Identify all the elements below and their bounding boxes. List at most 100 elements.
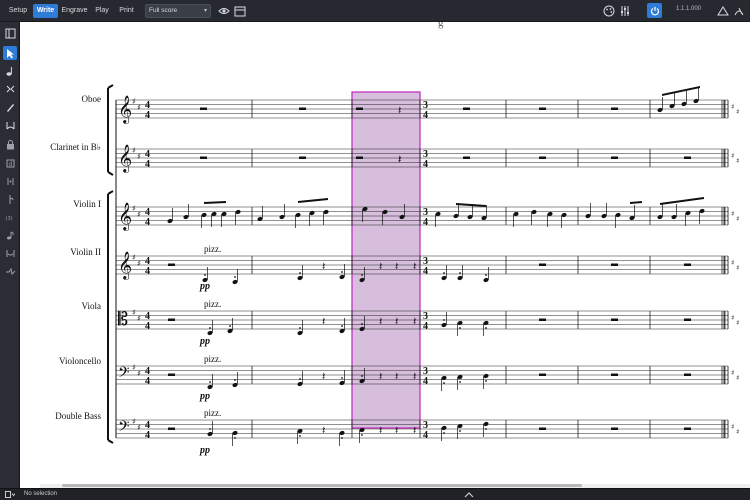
sharp-icon: ♯ xyxy=(736,157,739,165)
time-signature-denominator: 4 xyxy=(145,217,150,228)
clef-icon: 𝄢 xyxy=(118,418,130,439)
rhythm-icon[interactable]: (3) xyxy=(3,210,17,224)
whole-rest-icon xyxy=(611,427,618,430)
instrument-label-violin-1: Violin I xyxy=(73,199,101,209)
note-input-icon[interactable] xyxy=(3,64,17,78)
select-tool-icon[interactable] xyxy=(3,46,17,60)
sharp-icon: ♯ xyxy=(137,423,141,432)
insert-mode-icon[interactable] xyxy=(3,82,17,96)
dynamic-text: pp xyxy=(199,281,210,292)
time-signature-denominator: 4 xyxy=(423,217,428,228)
clef-icon: 𝄞 xyxy=(118,144,132,173)
whole-rest-icon xyxy=(200,156,207,159)
tab-setup[interactable]: Setup xyxy=(4,4,32,18)
time-signature-denominator: 4 xyxy=(145,376,150,387)
time-signature-denominator: 4 xyxy=(145,159,150,170)
quarter-rest-icon: 𝄽 xyxy=(395,315,398,328)
staccato-dot xyxy=(204,274,206,276)
sharp-icon: ♯ xyxy=(132,97,136,106)
tie-icon[interactable] xyxy=(3,228,17,242)
metronome-icon[interactable] xyxy=(732,4,746,18)
technique-text: pizz. xyxy=(204,408,221,418)
dynamic-text: pp xyxy=(199,445,210,456)
staccato-dot xyxy=(341,271,343,273)
quarter-rest-icon: 𝄽 xyxy=(398,104,401,117)
mixer-icon[interactable] xyxy=(618,4,632,18)
staccato-dot xyxy=(443,319,445,321)
staccato-dot xyxy=(443,432,445,434)
chevron-up-icon[interactable] xyxy=(462,491,476,499)
staccato-dot xyxy=(341,437,343,439)
lock-icon[interactable] xyxy=(3,138,17,152)
whole-rest-icon xyxy=(168,318,175,321)
time-signature-denominator: 4 xyxy=(423,430,428,441)
time-signature-denominator: 4 xyxy=(145,110,150,121)
staccato-dot xyxy=(209,327,211,329)
whole-rest-icon xyxy=(168,427,175,430)
remove-icon[interactable] xyxy=(3,192,17,206)
beam xyxy=(662,86,700,96)
sharp-icon: ♯ xyxy=(731,210,734,218)
title-fragment: g xyxy=(438,22,444,29)
whole-rest-icon xyxy=(539,427,546,430)
beam xyxy=(659,197,705,205)
tab-print[interactable]: Print xyxy=(114,4,139,18)
duration-icon[interactable]: d xyxy=(3,156,17,170)
staccato-dot xyxy=(485,380,487,382)
tab-play[interactable]: Play xyxy=(91,4,113,18)
whole-rest-icon xyxy=(200,107,207,110)
slur-tool-icon[interactable] xyxy=(3,118,17,132)
sharp-icon: ♯ xyxy=(132,146,136,155)
dynamics-icon[interactable] xyxy=(3,246,17,260)
time-signature-denominator: 4 xyxy=(145,321,150,332)
whole-rest-icon xyxy=(168,263,175,266)
palette-icon[interactable] xyxy=(602,4,616,18)
staccato-dot xyxy=(341,325,343,327)
score-view[interactable]: g 𝄞 ♯ ♯ 4 4 3 4 ♯ ♯ 𝄞 ♯ ♯ 4 4 3 4 ♯ ♯ 𝄞 ♯ ♯ 4 4 3 4 ♯ ♯ 𝄞 ♯ ♯ 4 4 3 4 ♯ ♯ 𝄡 ♯ ♯… xyxy=(20,22,750,488)
add-icon[interactable] xyxy=(3,174,17,188)
dynamic-text: pp xyxy=(199,391,210,402)
strings-bracket xyxy=(107,190,114,444)
tab-engrave[interactable]: Engrave xyxy=(59,4,90,18)
beam xyxy=(455,203,487,207)
svg-text:d: d xyxy=(8,161,12,168)
quarter-rest-icon: 𝄽 xyxy=(413,370,416,383)
time-signature-denominator: 4 xyxy=(145,430,150,441)
whole-rest-icon xyxy=(611,373,618,376)
quarter-rest-icon: 𝄽 xyxy=(379,315,382,328)
quarter-rest-icon: 𝄽 xyxy=(395,424,398,437)
time-signature-denominator: 4 xyxy=(423,321,428,332)
clef-icon: 𝄞 xyxy=(118,202,132,231)
whole-rest-icon xyxy=(684,156,691,159)
power-icon xyxy=(650,6,659,15)
staccato-dot xyxy=(459,272,461,274)
staccato-dot xyxy=(443,382,445,384)
lower-zone-toggle-icon[interactable] xyxy=(3,490,17,499)
power-button[interactable] xyxy=(647,3,662,18)
whole-rest-icon xyxy=(611,156,618,159)
staccato-dot xyxy=(485,327,487,329)
transport-icon[interactable] xyxy=(716,4,730,18)
quarter-rest-icon: 𝄽 xyxy=(413,260,416,273)
staccato-dot xyxy=(234,437,236,439)
tab-write[interactable]: Write xyxy=(33,4,58,18)
staccato-dot xyxy=(299,435,301,437)
staccato-dot xyxy=(459,327,461,329)
staccato-dot xyxy=(485,428,487,430)
score-canvas[interactable]: g𝄞 ♯♯ 4434♯♯𝄞 ♯♯ 4434♯♯𝄞 ♯♯ 4434♯♯𝄞 ♯♯ 4434♯♯𝄡 ♯♯… xyxy=(20,22,750,488)
whole-rest-icon xyxy=(684,263,691,266)
force-duration-icon[interactable] xyxy=(3,264,17,278)
quarter-rest-icon: 𝄽 xyxy=(395,370,398,383)
scrollbar-thumb[interactable] xyxy=(62,484,582,487)
staccato-dot xyxy=(209,428,211,430)
panel-toggle-icon[interactable] xyxy=(3,26,17,40)
layout-selector[interactable]: Full score ▾ xyxy=(145,4,211,18)
pen-icon[interactable] xyxy=(3,100,17,114)
page-view-icon[interactable] xyxy=(233,4,247,18)
sharp-icon: ♯ xyxy=(731,314,734,322)
selection-status: No selection xyxy=(24,491,58,497)
selection-highlight xyxy=(351,91,421,429)
beam xyxy=(203,201,227,204)
sharp-icon: ♯ xyxy=(731,259,734,267)
eye-icon[interactable] xyxy=(217,4,231,18)
